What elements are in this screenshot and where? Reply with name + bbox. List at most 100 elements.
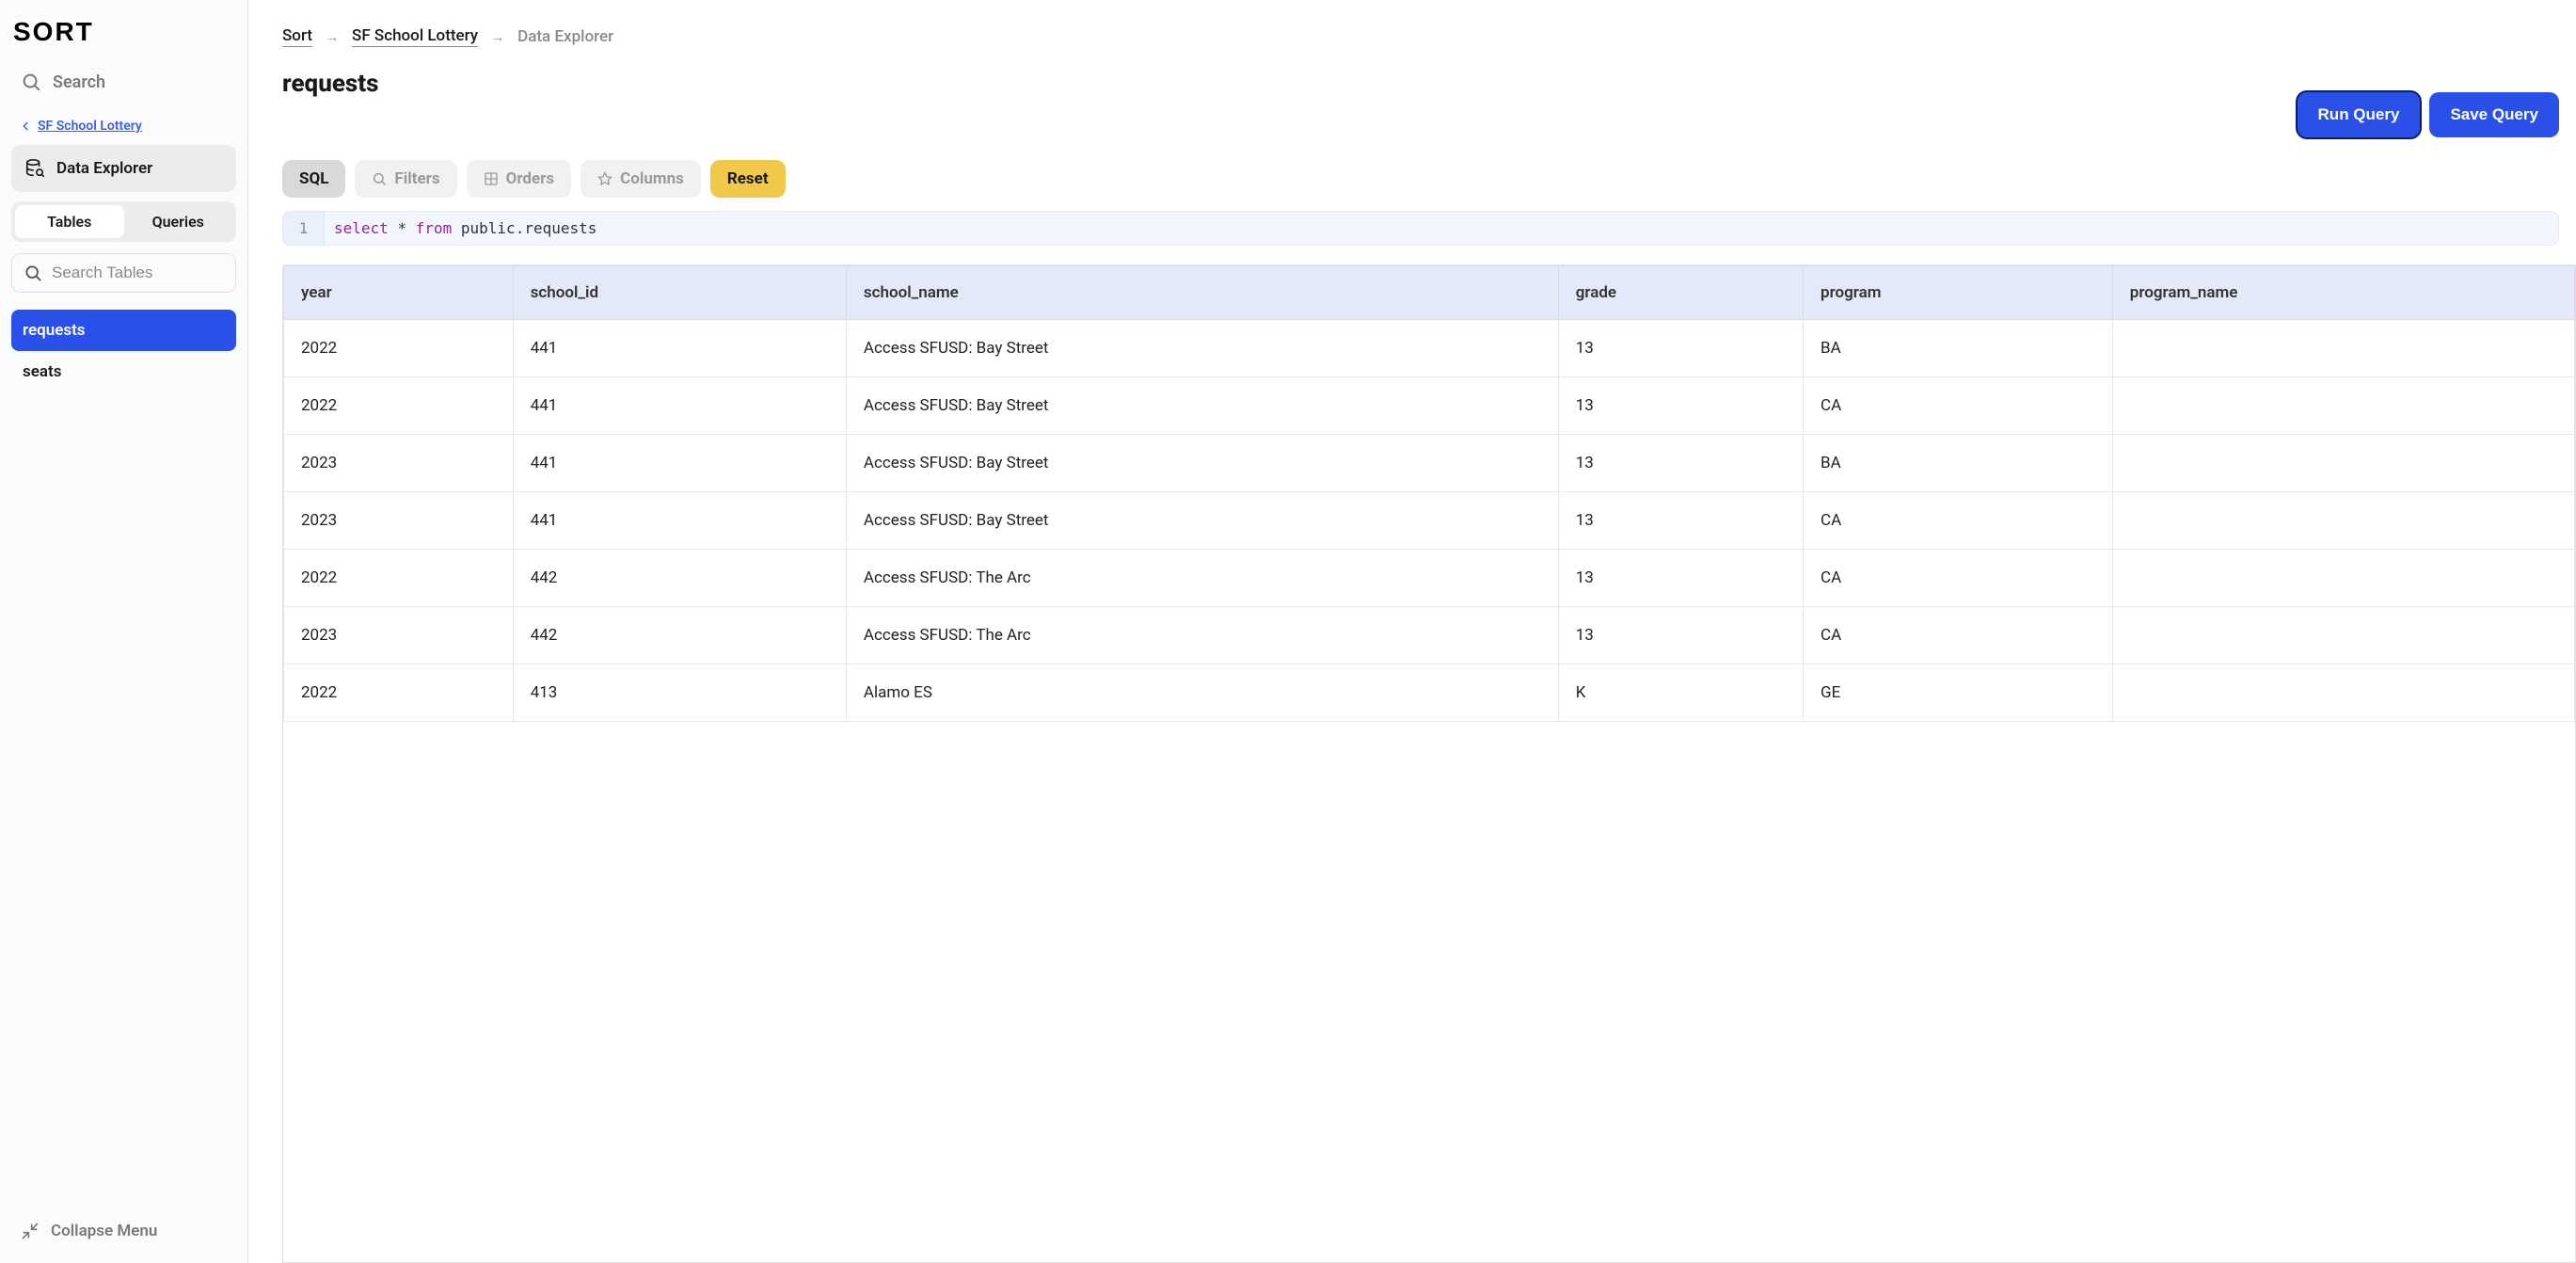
table-cell: 441 [513, 435, 846, 492]
table-cell: CA [1804, 550, 2113, 607]
back-link[interactable]: SF School Lottery [11, 115, 236, 145]
table-cell: CA [1804, 377, 2113, 435]
table-cell [2112, 607, 2574, 664]
table-cell: BA [1804, 435, 2113, 492]
save-query-button[interactable]: Save Query [2429, 92, 2559, 137]
main-content: Sort→SF School Lottery→Data Explorer req… [248, 0, 2576, 1263]
table-cell: 442 [513, 607, 846, 664]
pill-sql-label: SQL [299, 169, 328, 188]
global-search-label: Search [53, 72, 105, 92]
table-cell [2112, 550, 2574, 607]
pill-columns[interactable]: Columns [580, 160, 701, 198]
pill-sql[interactable]: SQL [282, 160, 345, 198]
chevron-left-icon [19, 120, 32, 133]
table-cell: Access SFUSD: Bay Street [846, 492, 1558, 550]
table-item-requests[interactable]: requests [11, 310, 236, 351]
table-cell: 13 [1558, 607, 1803, 664]
table-cell: 2023 [284, 435, 514, 492]
table-row[interactable]: 2022413Alamo ESKGE [284, 664, 2575, 722]
tab-queries[interactable]: Queries [124, 205, 233, 238]
collapse-menu-label: Collapse Menu [51, 1222, 157, 1240]
sql-content: select * from public.requests [325, 212, 606, 245]
table-cell: 442 [513, 550, 846, 607]
table-cell: 2022 [284, 550, 514, 607]
table-cell [2112, 320, 2574, 377]
table-cell: CA [1804, 607, 2113, 664]
table-cell: Access SFUSD: The Arc [846, 550, 1558, 607]
pill-reset[interactable]: Reset [710, 160, 786, 198]
table-cell: 13 [1558, 377, 1803, 435]
sidebar-item-data-explorer[interactable]: Data Explorer [11, 145, 236, 192]
table-cell: 2022 [284, 377, 514, 435]
search-tables-field[interactable] [11, 253, 236, 293]
breadcrumb: Sort→SF School Lottery→Data Explorer [282, 26, 2576, 47]
table-cell: 2023 [284, 492, 514, 550]
table-cell: 413 [513, 664, 846, 722]
column-header[interactable]: year [284, 266, 514, 320]
table-list: requestsseats [11, 310, 236, 392]
table-cell: Alamo ES [846, 664, 1558, 722]
page-title: requests [282, 70, 378, 98]
table-cell: 2022 [284, 320, 514, 377]
collapse-menu[interactable]: Collapse Menu [11, 1212, 236, 1250]
sidebar-item-label: Data Explorer [56, 159, 152, 178]
run-query-button[interactable]: Run Query [2298, 92, 2421, 137]
table-row[interactable]: 2023441Access SFUSD: Bay Street13CA [284, 492, 2575, 550]
sidebar-tabs: Tables Queries [11, 201, 236, 242]
global-search[interactable]: Search [11, 64, 236, 100]
table-header-row: yearschool_idschool_namegradeprogramprog… [284, 266, 2575, 320]
table-cell [2112, 664, 2574, 722]
table-cell: Access SFUSD: The Arc [846, 607, 1558, 664]
column-header[interactable]: program_name [2112, 266, 2574, 320]
search-tables-input[interactable] [52, 264, 224, 282]
results-table: yearschool_idschool_namegradeprogramprog… [283, 265, 2575, 722]
column-header[interactable]: school_id [513, 266, 846, 320]
table-row[interactable]: 2022442Access SFUSD: The Arc13CA [284, 550, 2575, 607]
back-link-label: SF School Lottery [38, 119, 142, 134]
table-row[interactable]: 2023441Access SFUSD: Bay Street13BA [284, 435, 2575, 492]
results-table-wrap[interactable]: yearschool_idschool_namegradeprogramprog… [282, 264, 2576, 1263]
action-buttons: Run Query Save Query [2298, 92, 2559, 137]
pill-columns-label: Columns [620, 169, 684, 188]
table-cell: GE [1804, 664, 2113, 722]
table-row[interactable]: 2023442Access SFUSD: The Arc13CA [284, 607, 2575, 664]
table-row[interactable]: 2022441Access SFUSD: Bay Street13BA [284, 320, 2575, 377]
search-icon [24, 264, 42, 282]
chevron-right-icon: → [326, 29, 339, 45]
query-mode-pills: SQL Filters Orders Columns [282, 160, 2576, 198]
table-item-seats[interactable]: seats [11, 351, 236, 392]
column-header[interactable]: school_name [846, 266, 1558, 320]
table-cell: 2023 [284, 607, 514, 664]
pill-filters-label: Filters [394, 169, 439, 188]
tab-tables[interactable]: Tables [15, 205, 124, 238]
column-header[interactable]: program [1804, 266, 2113, 320]
table-cell: Access SFUSD: Bay Street [846, 377, 1558, 435]
line-number: 1 [283, 212, 325, 245]
table-cell [2112, 435, 2574, 492]
table-cell: CA [1804, 492, 2113, 550]
breadcrumb-item[interactable]: Sort [282, 26, 312, 47]
database-search-icon [24, 158, 45, 179]
pill-orders[interactable]: Orders [467, 160, 572, 198]
grid-icon [484, 171, 499, 186]
table-body: 2022441Access SFUSD: Bay Street13BA20224… [284, 320, 2575, 722]
logo: SORT [11, 13, 236, 64]
search-icon [21, 72, 41, 92]
table-cell [2112, 492, 2574, 550]
table-cell: 13 [1558, 435, 1803, 492]
table-cell: BA [1804, 320, 2113, 377]
star-icon [597, 171, 612, 186]
pill-filters[interactable]: Filters [355, 160, 456, 198]
search-icon [372, 171, 387, 186]
collapse-icon [21, 1222, 40, 1240]
breadcrumb-item[interactable]: SF School Lottery [352, 26, 478, 47]
table-cell: 13 [1558, 492, 1803, 550]
pill-orders-label: Orders [506, 169, 555, 188]
table-row[interactable]: 2022441Access SFUSD: Bay Street13CA [284, 377, 2575, 435]
sql-editor[interactable]: 1 select * from public.requests [282, 211, 2559, 246]
table-cell: 13 [1558, 550, 1803, 607]
table-cell: 441 [513, 320, 846, 377]
table-cell: K [1558, 664, 1803, 722]
column-header[interactable]: grade [1558, 266, 1803, 320]
table-cell: 13 [1558, 320, 1803, 377]
